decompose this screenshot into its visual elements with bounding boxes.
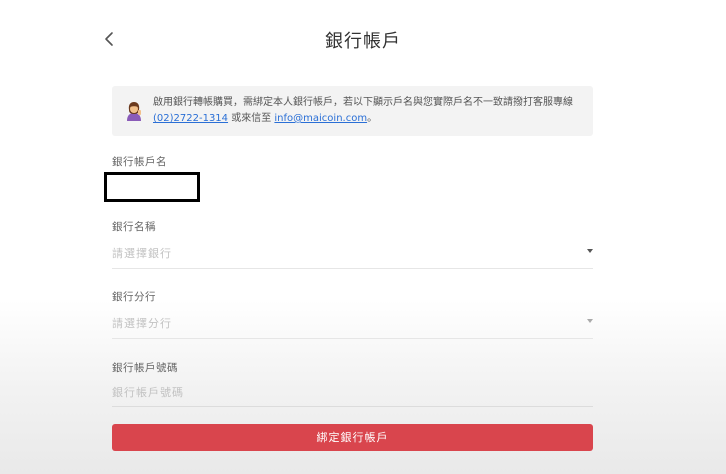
page-title: 銀行帳戶 xyxy=(325,31,401,52)
notice-banner: 啟用銀行轉帳購買，需綁定本人銀行帳戶，若以下顯示戶名與您實際戶名不一致請撥打客服… xyxy=(112,86,593,136)
notice-text-part: 啟用銀行轉帳購買，需綁定本人銀行帳戶，若以下顯示戶名與您實際戶名不一致請撥打客服… xyxy=(153,97,573,108)
bank-name-select[interactable]: 請選擇銀行 xyxy=(112,240,593,269)
account-name-label: 銀行帳戶名 xyxy=(112,156,167,168)
branch-select[interactable]: 請選擇分行 xyxy=(112,310,593,339)
account-name-redacted xyxy=(104,172,200,202)
notice-text: 啟用銀行轉帳購買，需綁定本人銀行帳戶，若以下顯示戶名與您實際戶名不一致請撥打客服… xyxy=(153,95,583,127)
notice-text-part: 。 xyxy=(367,113,378,124)
account-number-label: 銀行帳戶號碼 xyxy=(112,362,178,374)
support-agent-icon xyxy=(123,100,145,122)
branch-label: 銀行分行 xyxy=(112,291,156,303)
caret-down-icon xyxy=(587,249,593,253)
email-link[interactable]: info@maicoin.com xyxy=(274,113,367,124)
bank-name-label: 銀行名稱 xyxy=(112,221,156,233)
account-number-input[interactable] xyxy=(112,378,593,407)
bind-account-button[interactable]: 綁定銀行帳戶 xyxy=(112,424,593,451)
caret-down-icon xyxy=(587,319,593,323)
phone-link[interactable]: (02)2722-1314 xyxy=(153,113,228,124)
notice-text-part: 或來信至 xyxy=(228,113,275,124)
bank-name-placeholder: 請選擇銀行 xyxy=(112,247,172,260)
branch-placeholder: 請選擇分行 xyxy=(112,317,172,330)
bank-account-page: 銀行帳戶 啟用銀行轉帳購買，需綁定本人銀行帳戶，若以下顯示戶名與您實際戶名不一致… xyxy=(0,0,726,474)
